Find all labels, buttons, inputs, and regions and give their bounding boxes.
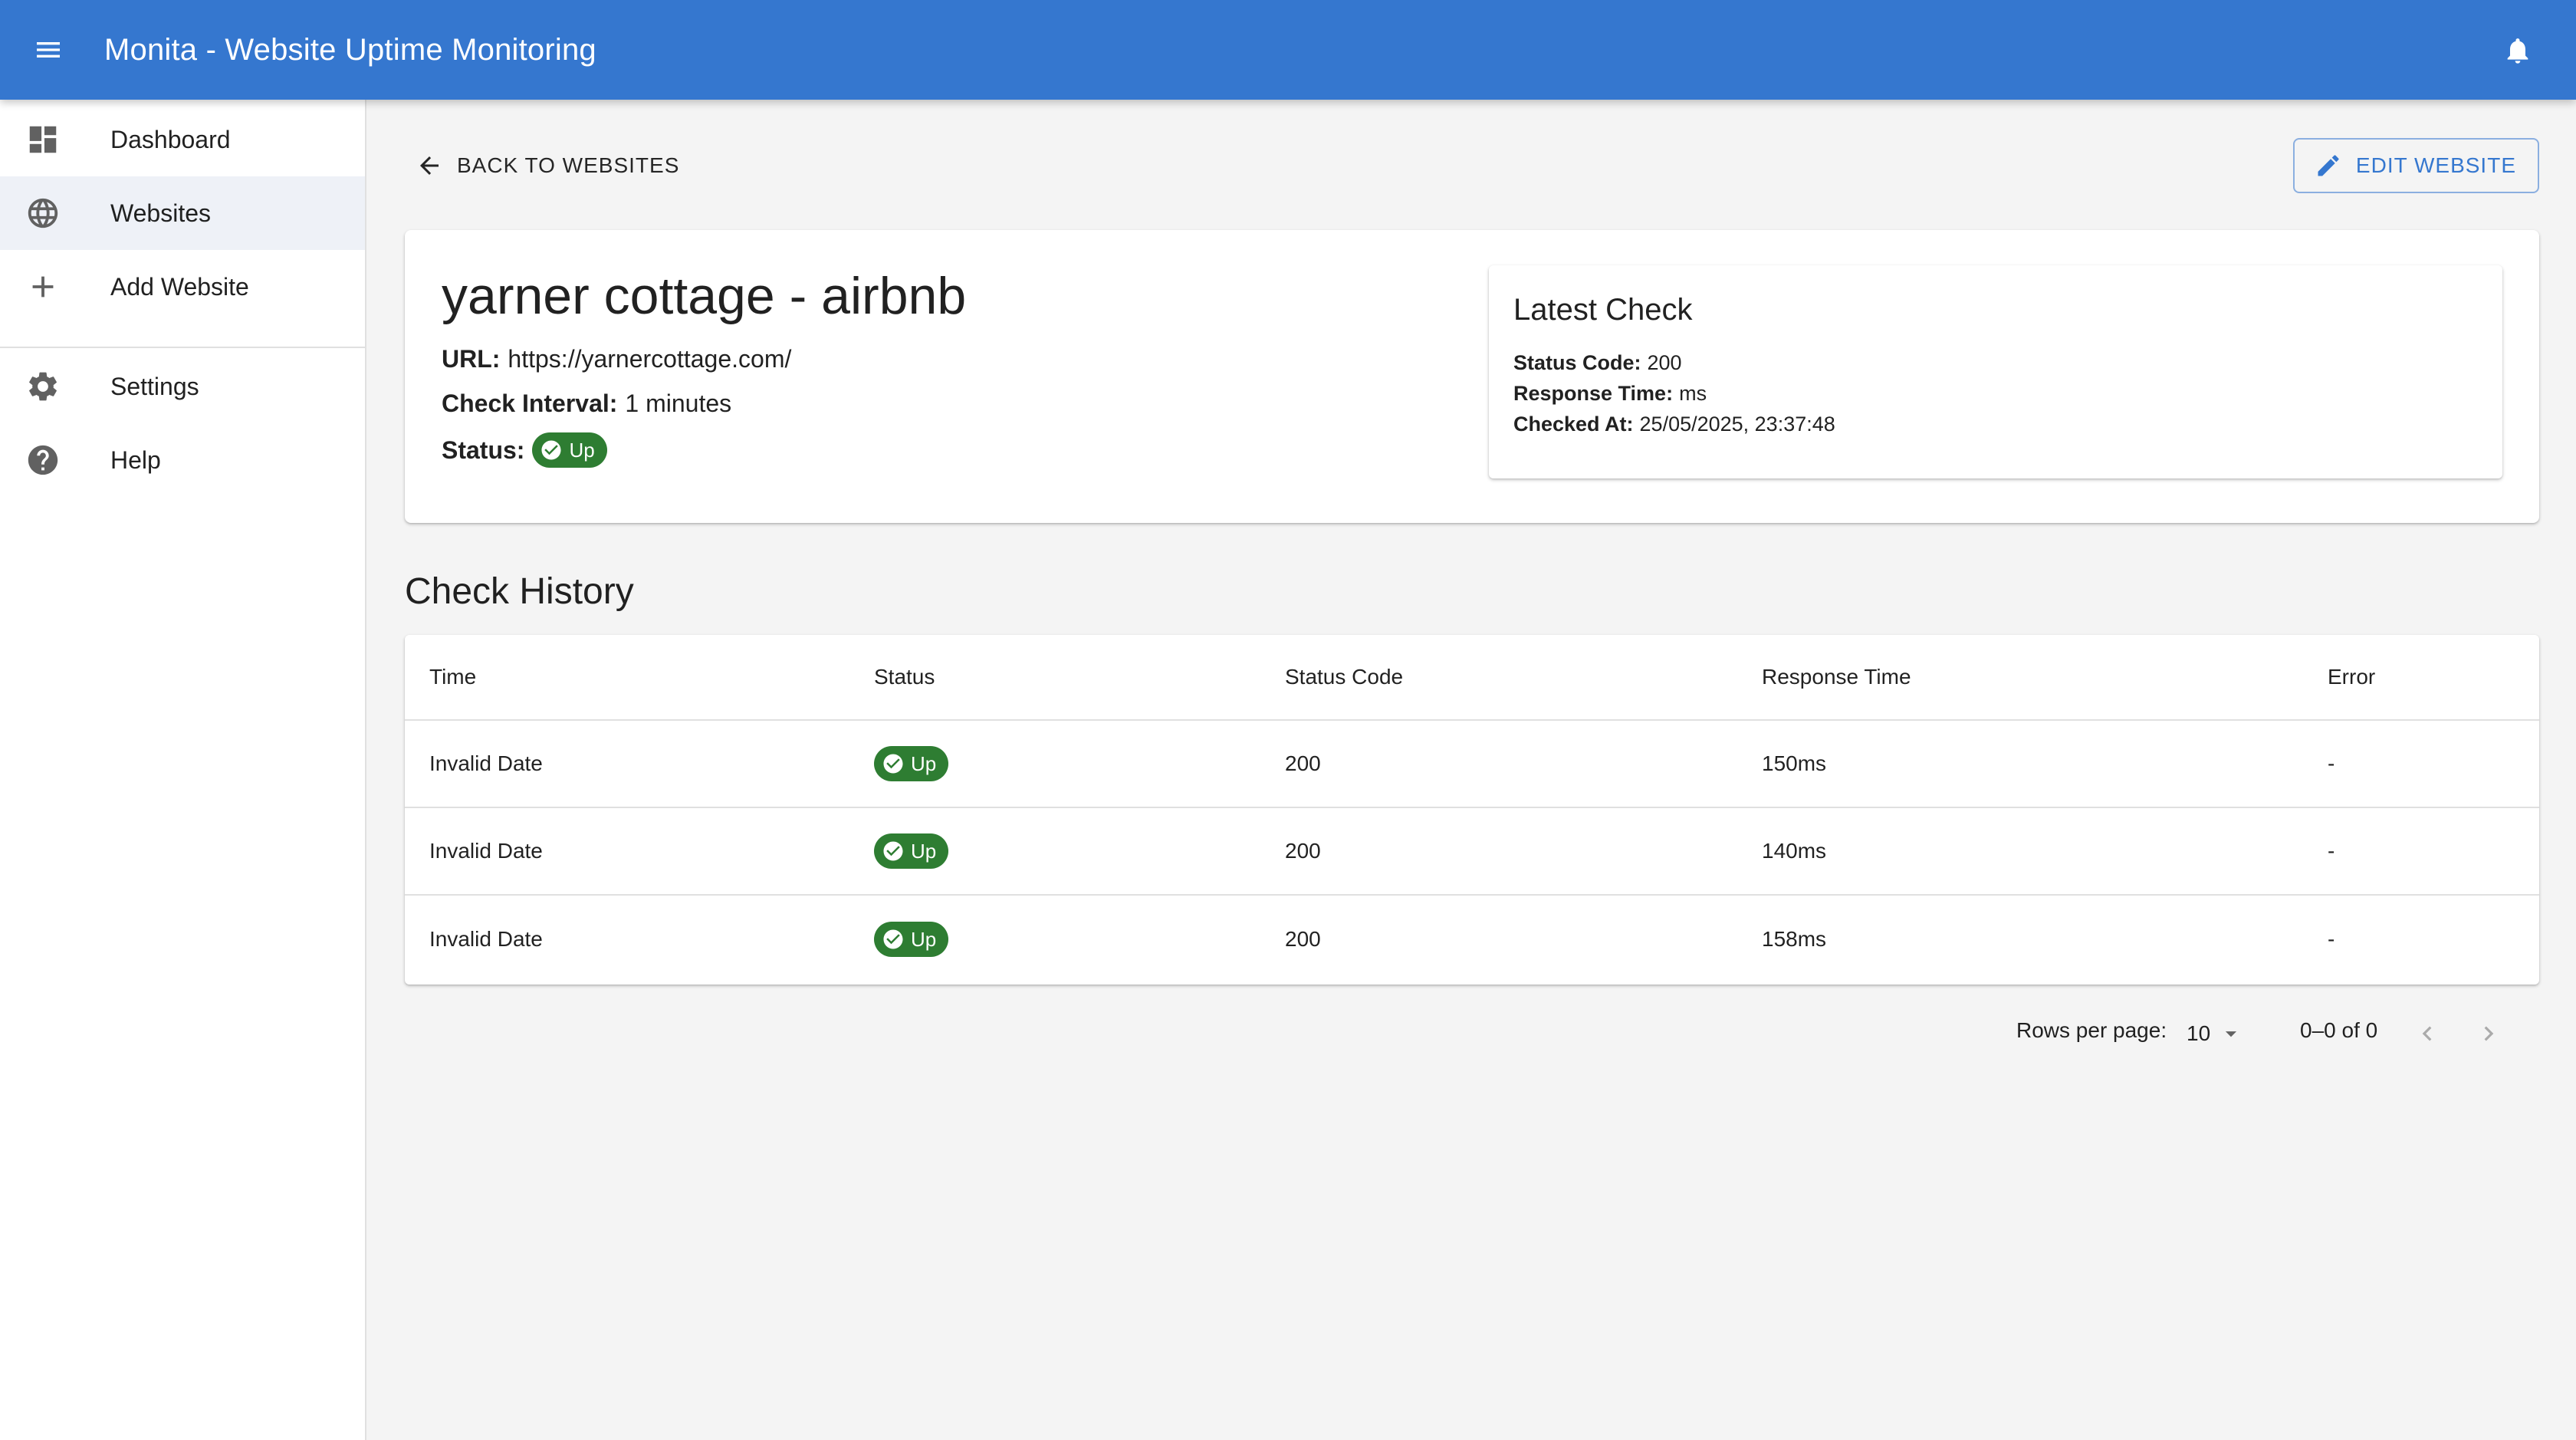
cell-status-code: 200 bbox=[1285, 927, 1321, 951]
website-url-line: URL: https://yarnercottage.com/ bbox=[442, 342, 791, 376]
status-badge: Up bbox=[874, 746, 949, 781]
cell-error: - bbox=[2328, 927, 2335, 951]
status-badge: Up bbox=[532, 432, 607, 468]
table-header-row: Time Status Status Code Response Time Er… bbox=[405, 635, 2539, 721]
cell-response-time: 140ms bbox=[1762, 839, 1827, 863]
cell-time: Invalid Date bbox=[429, 751, 543, 775]
latest-checked-at-value: 25/05/2025, 23:37:48 bbox=[1639, 413, 1835, 436]
latest-check-card: Latest Check Status Code: 200 Response Ti… bbox=[1489, 265, 2502, 478]
pagination-range: 0–0 of 0 bbox=[2300, 1018, 2378, 1042]
check-circle-icon bbox=[540, 439, 563, 462]
menu-button[interactable] bbox=[26, 28, 71, 72]
sidebar-item-add-website[interactable]: Add Website bbox=[0, 250, 365, 324]
cell-status-code: 200 bbox=[1285, 839, 1321, 863]
chevron-right-icon bbox=[2484, 1026, 2494, 1041]
plus-icon bbox=[25, 268, 61, 305]
app-bar: Monita - Website Uptime Monitoring bbox=[0, 0, 2576, 100]
sidebar-item-websites[interactable]: Websites bbox=[0, 176, 365, 250]
pencil-icon bbox=[2318, 155, 2339, 176]
latest-check-title: Latest Check bbox=[1513, 293, 1693, 327]
website-info-card: yarner cottage - airbnb URL: https://yar… bbox=[405, 230, 2539, 523]
status-line: Status: Up bbox=[442, 432, 607, 468]
cell-status-code: 200 bbox=[1285, 751, 1321, 775]
cell-status: Up bbox=[874, 896, 949, 983]
globe-icon bbox=[25, 195, 61, 232]
sidebar-item-settings[interactable]: Settings bbox=[0, 350, 365, 423]
rows-per-page-select[interactable]: 10 bbox=[2187, 1014, 2244, 1054]
latest-status-code-value: 200 bbox=[1647, 351, 1682, 374]
main-content: BACK TO WEBSITES EDIT WEBSITE yarner cot… bbox=[366, 100, 2576, 1440]
column-header-time: Time bbox=[429, 665, 477, 689]
cell-response-time: 158ms bbox=[1762, 927, 1827, 951]
sidebar-item-dashboard[interactable]: Dashboard bbox=[0, 103, 365, 176]
check-interval-label: Check Interval: bbox=[442, 390, 618, 417]
latest-checked-at-label: Checked At: bbox=[1513, 413, 1634, 436]
cell-status: Up bbox=[874, 721, 949, 807]
cell-time: Invalid Date bbox=[429, 927, 543, 951]
latest-status-code-line: Status Code: 200 bbox=[1513, 348, 1682, 377]
status-badge-label: Up bbox=[569, 439, 595, 462]
edit-website-button[interactable]: EDIT WEBSITE bbox=[2292, 138, 2539, 193]
check-circle-icon bbox=[882, 928, 905, 951]
column-header-response-time: Response Time bbox=[1762, 665, 1911, 689]
arrow-left-icon bbox=[420, 156, 439, 175]
latest-checked-at-line: Checked At: 25/05/2025, 23:37:48 bbox=[1513, 409, 1835, 439]
check-circle-icon bbox=[882, 752, 905, 775]
check-interval-line: Check Interval: 1 minutes bbox=[442, 386, 731, 420]
back-to-websites-label: BACK TO WEBSITES bbox=[457, 153, 680, 177]
back-to-websites-button[interactable]: BACK TO WEBSITES bbox=[406, 143, 688, 189]
previous-page-button[interactable] bbox=[2407, 1014, 2447, 1054]
sidebar: Dashboard Websites Add Website Settings bbox=[0, 100, 366, 1440]
status-badge: Up bbox=[874, 922, 949, 957]
check-interval-value: 1 minutes bbox=[625, 390, 732, 417]
status-badge-label: Up bbox=[911, 927, 937, 951]
rows-per-page-label: Rows per page: bbox=[2016, 1018, 2167, 1042]
edit-website-label: EDIT WEBSITE bbox=[2355, 153, 2516, 177]
sidebar-item-label: Dashboard bbox=[110, 125, 231, 153]
status-label: Status: bbox=[442, 436, 525, 464]
table-row: Invalid Date Up 200 140ms - bbox=[405, 808, 2539, 896]
sidebar-item-label: Add Website bbox=[110, 272, 249, 301]
help-icon bbox=[25, 442, 61, 478]
website-name: yarner cottage - airbnb bbox=[442, 267, 967, 325]
cell-response-time: 150ms bbox=[1762, 751, 1827, 775]
bell-icon bbox=[2507, 38, 2528, 64]
table-row: Invalid Date Up 200 150ms - bbox=[405, 721, 2539, 808]
column-header-error: Error bbox=[2328, 665, 2376, 689]
sidebar-item-label: Websites bbox=[110, 199, 212, 227]
cell-error: - bbox=[2328, 751, 2335, 775]
gear-icon bbox=[25, 368, 61, 405]
latest-response-time-line: Response Time: ms bbox=[1513, 379, 1707, 408]
column-header-status-code: Status Code bbox=[1285, 665, 1404, 689]
next-page-button[interactable] bbox=[2469, 1014, 2509, 1054]
column-header-status: Status bbox=[874, 665, 935, 689]
check-circle-icon bbox=[882, 840, 905, 863]
latest-response-time-label: Response Time: bbox=[1513, 382, 1674, 405]
latest-status-code-label: Status Code: bbox=[1513, 351, 1641, 374]
table-row: Invalid Date Up 200 158ms - bbox=[405, 896, 2539, 983]
app-title: Monita - Website Uptime Monitoring bbox=[104, 33, 596, 67]
cell-error: - bbox=[2328, 839, 2335, 863]
dashboard-icon bbox=[25, 121, 61, 158]
sidebar-item-label: Settings bbox=[110, 372, 199, 400]
check-history-table: Time Status Status Code Response Time Er… bbox=[405, 635, 2539, 985]
website-url: https://yarnercottage.com/ bbox=[508, 345, 792, 373]
notifications-button[interactable] bbox=[2495, 28, 2541, 74]
status-badge: Up bbox=[874, 833, 949, 869]
table-pagination: Rows per page: 10 0–0 of 0 bbox=[366, 1003, 2576, 1064]
rows-per-page-value: 10 bbox=[2187, 1021, 2211, 1045]
status-badge-label: Up bbox=[911, 751, 937, 775]
cell-time: Invalid Date bbox=[429, 839, 543, 863]
sidebar-divider bbox=[0, 347, 365, 348]
url-label: URL: bbox=[442, 345, 501, 373]
check-history-title: Check History bbox=[405, 571, 634, 612]
sidebar-item-label: Help bbox=[110, 445, 161, 474]
menu-icon bbox=[37, 42, 60, 58]
sidebar-item-help[interactable]: Help bbox=[0, 423, 365, 497]
caret-down-icon bbox=[2226, 1031, 2237, 1037]
latest-response-time-value: ms bbox=[1679, 382, 1707, 405]
cell-status: Up bbox=[874, 808, 949, 894]
status-badge-label: Up bbox=[911, 839, 937, 863]
chevron-left-icon bbox=[2422, 1026, 2432, 1041]
